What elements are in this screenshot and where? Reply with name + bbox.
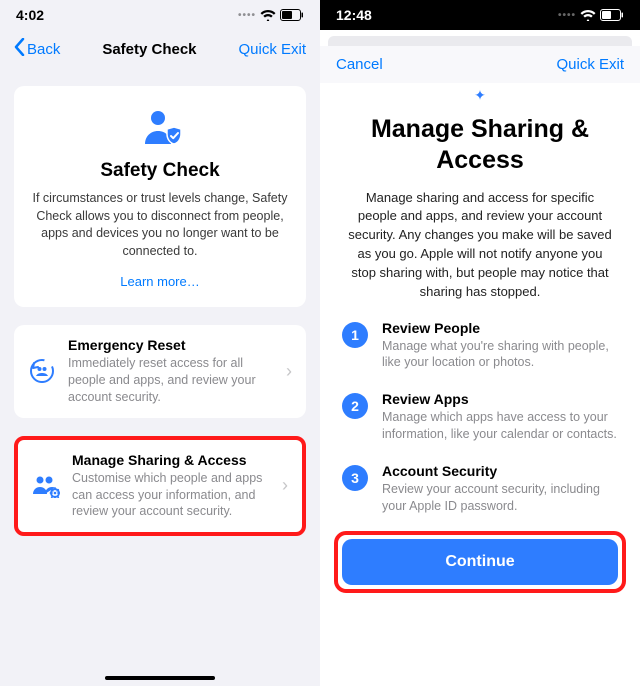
person-shield-icon (30, 108, 290, 148)
emergency-reset-row[interactable]: Emergency Reset Immediately reset access… (14, 325, 306, 418)
reset-icon (28, 358, 56, 384)
learn-more-link[interactable]: Learn more… (30, 274, 290, 289)
battery-icon (280, 9, 304, 21)
cellular-icon: •••• (238, 10, 256, 21)
wifi-icon (260, 9, 276, 21)
cellular-icon: •••• (558, 10, 576, 21)
emergency-reset-sub: Immediately reset access for all people … (68, 355, 274, 406)
status-time: 12:48 (336, 7, 372, 23)
screen-safety-check: 4:02 •••• Back Safety Check Quick Exit (0, 0, 320, 686)
people-gear-icon: ✦ (320, 87, 640, 104)
step-title: Account Security (382, 463, 618, 479)
step-account-security: 3 Account Security Review your account s… (342, 463, 618, 515)
quick-exit-button[interactable]: Quick Exit (556, 56, 624, 73)
step-sub: Review your account security, including … (382, 481, 618, 515)
step-number-badge: 2 (342, 393, 368, 419)
manage-sharing-title: Manage Sharing & Access (72, 452, 270, 468)
step-sub: Manage what you're sharing with people, … (382, 338, 618, 372)
page-description: Manage sharing and access for specific p… (320, 177, 640, 302)
quick-exit-button[interactable]: Quick Exit (238, 41, 306, 58)
card-body: If circumstances or trust levels change,… (30, 190, 290, 260)
status-bar: 12:48 •••• (320, 0, 640, 30)
continue-highlight: Continue (334, 531, 626, 593)
card-title: Safety Check (30, 160, 290, 182)
step-number-badge: 3 (342, 465, 368, 491)
chevron-right-icon: › (286, 361, 292, 382)
intro-card: Safety Check If circumstances or trust l… (14, 86, 306, 307)
home-indicator[interactable] (105, 676, 215, 680)
step-sub: Manage which apps have access to your in… (382, 409, 618, 443)
screen-manage-sharing: 12:48 •••• Cancel Quick Exit ✦ Manage Sh… (320, 0, 640, 686)
manage-sharing-sub: Customise which people and apps can acce… (72, 470, 270, 521)
emergency-reset-title: Emergency Reset (68, 337, 274, 353)
people-gear-icon (32, 474, 60, 498)
step-title: Review Apps (382, 391, 618, 407)
step-review-apps: 2 Review Apps Manage which apps have acc… (342, 391, 618, 443)
page-title: Safety Check (102, 41, 196, 58)
step-review-people: 1 Review People Manage what you're shari… (342, 320, 618, 372)
wifi-icon (580, 9, 596, 21)
chevron-left-icon (14, 38, 25, 60)
back-button[interactable]: Back (14, 38, 60, 60)
nav-bar: Back Safety Check Quick Exit (0, 30, 320, 68)
back-label: Back (27, 41, 60, 58)
continue-button[interactable]: Continue (342, 539, 618, 585)
steps-list: 1 Review People Manage what you're shari… (320, 302, 640, 515)
step-number-badge: 1 (342, 322, 368, 348)
nav-bar: Cancel Quick Exit (320, 46, 640, 83)
cancel-button[interactable]: Cancel (336, 56, 383, 73)
chevron-right-icon: › (282, 475, 288, 496)
page-title: Manage Sharing & Access (320, 114, 640, 177)
manage-sharing-row[interactable]: Manage Sharing & Access Customise which … (14, 436, 306, 537)
step-title: Review People (382, 320, 618, 336)
status-time: 4:02 (16, 7, 44, 23)
sheet-grabber (320, 36, 640, 46)
battery-icon (600, 9, 624, 21)
status-right: •••• (238, 9, 304, 21)
status-bar: 4:02 •••• (0, 0, 320, 30)
status-right: •••• (558, 9, 624, 21)
